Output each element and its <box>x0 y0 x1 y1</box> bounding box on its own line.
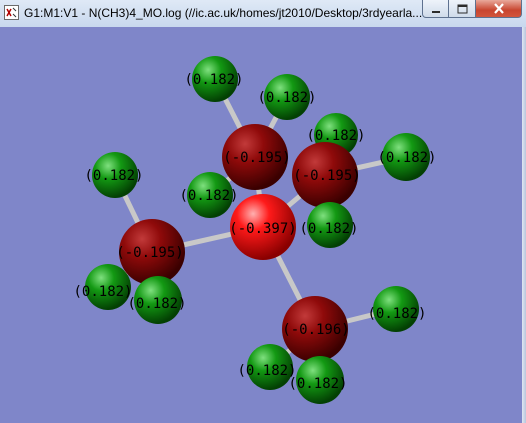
gaussview-window: G1:M1:V1 - N(CH3)4_MO.log (//ic.ac.uk/ho… <box>0 0 526 423</box>
hydrogen-charge-label: (0.182) <box>73 284 132 300</box>
hydrogen-charge-label: (0.182) <box>184 72 243 88</box>
hydrogen-charge-label: (0.182) <box>257 90 316 106</box>
close-button[interactable] <box>476 0 522 18</box>
close-icon <box>493 3 504 14</box>
carbon-charge-label: (-0.195) <box>223 150 290 166</box>
hydrogen-charge-label: (0.182) <box>84 168 143 184</box>
minimize-icon <box>431 10 440 13</box>
carbon-charge-label: (-0.196) <box>282 322 349 338</box>
minimize-button[interactable] <box>422 0 449 18</box>
title-bar[interactable]: G1:M1:V1 - N(CH3)4_MO.log (//ic.ac.uk/ho… <box>0 0 526 28</box>
hydrogen-charge-label: (0.182) <box>127 296 186 312</box>
window-right-border <box>522 27 526 423</box>
maximize-button[interactable] <box>449 0 476 18</box>
hydrogen-charge-label: (0.182) <box>299 221 358 237</box>
carbon-charge-label: (-0.195) <box>116 245 183 261</box>
molecule-viewport[interactable]: (0.182) (0.182) (0.182) (0.182) (0.182) … <box>0 27 526 423</box>
hydrogen-charge-label: (0.182) <box>367 306 426 322</box>
hydrogen-charge-label: (0.182) <box>377 150 436 166</box>
hydrogen-charge-label: (0.182) <box>306 128 365 144</box>
gaussview-document-icon[interactable] <box>4 5 19 20</box>
window-title: G1:M1:V1 - N(CH3)4_MO.log (//ic.ac.uk/ho… <box>24 6 423 20</box>
hydrogen-charge-label: (0.182) <box>288 376 347 392</box>
maximize-icon <box>457 4 467 13</box>
molecule-canvas[interactable]: (0.182) (0.182) (0.182) (0.182) (0.182) … <box>0 27 526 423</box>
nitrogen-charge-label: (-0.397) <box>229 221 296 237</box>
carbon-charge-label: (-0.195) <box>293 168 360 184</box>
hydrogen-charge-label: (0.182) <box>179 188 238 204</box>
